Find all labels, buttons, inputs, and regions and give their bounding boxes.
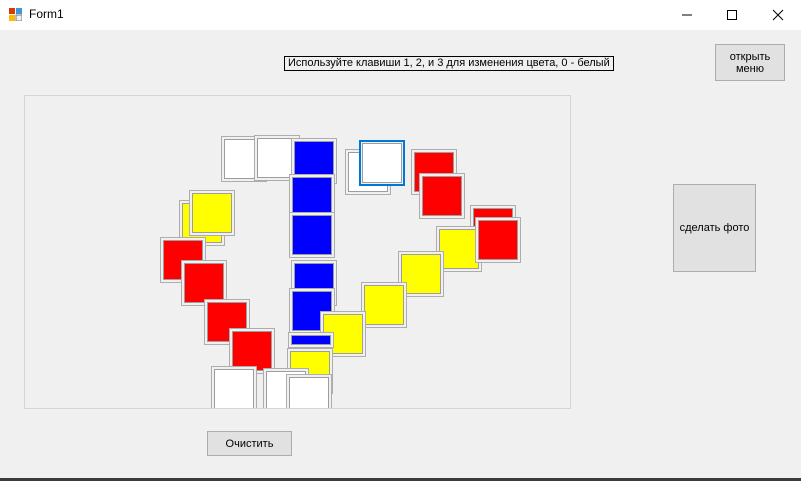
tile[interactable] [289,212,335,258]
hint-label: Используйте клавиши 1, 2, и 3 для измене… [284,56,614,71]
tile-fill [184,263,224,303]
drawing-canvas[interactable] [24,95,571,409]
tile-fill [232,331,272,371]
take-photo-button[interactable]: сделать фото [673,184,756,272]
tile-fill [291,335,331,345]
close-button[interactable] [755,0,801,30]
tile-fill [364,285,404,325]
open-menu-button[interactable]: открыть меню [715,44,785,81]
tile-fill [289,377,329,408]
title-bar: Form1 [0,0,801,30]
maximize-button[interactable] [709,0,755,30]
tile-fill [422,176,462,216]
close-icon [772,9,784,21]
clear-button[interactable]: Очистить [207,431,292,456]
tile-selected[interactable] [359,140,405,186]
tile[interactable] [286,374,332,408]
window-title: Form1 [29,7,64,21]
app-icon [9,8,23,22]
tile-fill [362,143,402,183]
tile-fill [292,177,332,217]
tile[interactable] [288,332,334,348]
tile[interactable] [211,366,257,408]
tile-fill [439,229,479,269]
tile-fill [478,220,518,260]
tile-fill [401,254,441,294]
minimize-icon [682,14,692,16]
tile[interactable] [475,217,521,263]
tile-fill [192,193,232,233]
tile[interactable] [361,282,407,328]
tile-fill [214,369,254,408]
tile[interactable] [419,173,465,219]
tile-fill [292,215,332,255]
tile[interactable] [189,190,235,236]
minimize-button[interactable] [664,0,710,30]
maximize-icon [727,10,737,20]
